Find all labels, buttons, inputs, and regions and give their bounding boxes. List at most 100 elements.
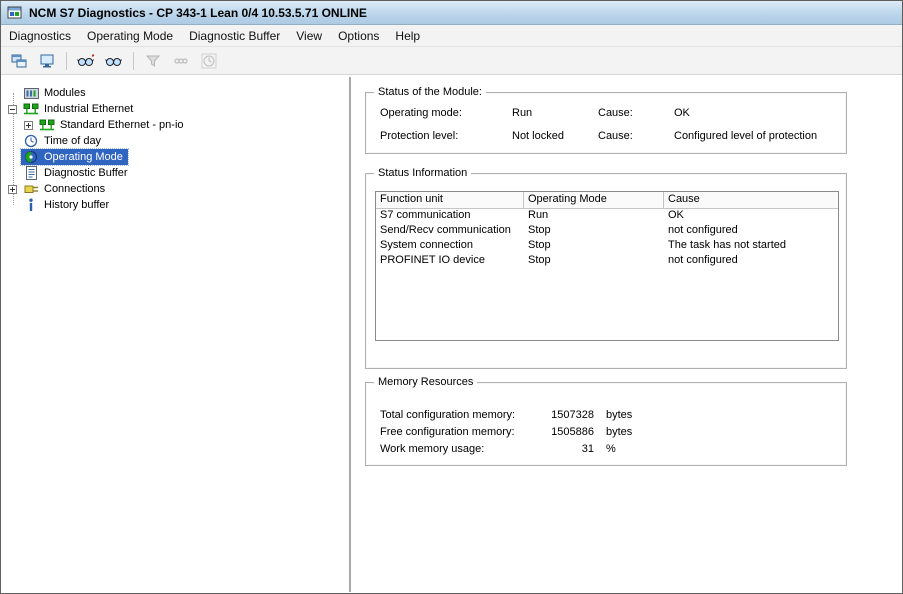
counter-icon xyxy=(173,53,189,69)
window-title: NCM S7 Diagnostics - CP 343-1 Lean 0/4 1… xyxy=(29,6,367,20)
cell-cause: not configured xyxy=(664,224,838,239)
groupbox-title: Status of the Module: xyxy=(374,85,486,99)
groupbox-title: Memory Resources xyxy=(374,375,477,389)
modules-icon xyxy=(23,86,39,100)
tree-item-standard-ethernet-pn-io[interactable]: Standard Ethernet - pn-io xyxy=(2,117,349,133)
cell-function-unit: S7 communication xyxy=(376,209,524,224)
memory-value: 1507328 xyxy=(532,409,594,421)
menu-options[interactable]: Options xyxy=(330,25,387,46)
memory-unit: bytes xyxy=(606,426,632,438)
menu-view[interactable]: View xyxy=(288,25,330,46)
memory-label: Total configuration memory: xyxy=(380,409,532,421)
memory-resources-groupbox: Memory Resources Total configuration mem… xyxy=(365,382,847,466)
menubar: Diagnostics Operating Mode Diagnostic Bu… xyxy=(1,25,902,47)
update-glasses-icon xyxy=(105,53,123,69)
table-row[interactable]: S7 communication Run OK xyxy=(376,209,838,224)
titlebar[interactable]: NCM S7 Diagnostics - CP 343-1 Lean 0/4 1… xyxy=(1,1,902,25)
industrial-ethernet-icon xyxy=(23,102,39,116)
cell-operating-mode: Run xyxy=(524,209,664,224)
cell-operating-mode: Stop xyxy=(524,224,664,239)
tree-item-diagnostic-buffer[interactable]: Diagnostic Buffer xyxy=(2,165,349,181)
update-button[interactable] xyxy=(101,50,127,72)
tree-item-label: Industrial Ethernet xyxy=(43,102,136,116)
operating-mode-label: Operating mode: xyxy=(380,107,512,119)
memory-value: 31 xyxy=(532,443,594,455)
tree-item-time-of-day[interactable]: Time of day xyxy=(2,133,349,149)
status-information-groupbox: Status Information Function unit Operati… xyxy=(365,173,847,369)
cell-cause: OK xyxy=(664,209,838,224)
table-header-row: Function unit Operating Mode Cause xyxy=(376,192,838,209)
cyclic-update-button[interactable] xyxy=(73,50,99,72)
menu-diagnostic-buffer[interactable]: Diagnostic Buffer xyxy=(181,25,288,46)
tree-item-label: Time of day xyxy=(43,134,104,148)
protection-level-value: Not locked xyxy=(512,130,598,142)
status-information-table: Function unit Operating Mode Cause S7 co… xyxy=(375,191,839,341)
tree-item-operating-mode[interactable]: Operating Mode xyxy=(2,149,349,165)
cell-cause: not configured xyxy=(664,254,838,269)
cause-label: Cause: xyxy=(598,130,674,142)
windows-view-button[interactable] xyxy=(6,50,32,72)
cell-operating-mode: Stop xyxy=(524,254,664,269)
menu-help[interactable]: Help xyxy=(387,25,428,46)
memory-unit: % xyxy=(606,443,616,455)
memory-unit: bytes xyxy=(606,409,632,421)
tree-item-label: Standard Ethernet - pn-io xyxy=(59,118,187,132)
cell-function-unit: System connection xyxy=(376,239,524,254)
connections-plug-icon xyxy=(23,182,39,196)
diagnostics-tree: Modules Industrial Ethern xyxy=(2,77,351,592)
time-of-day-clock-icon xyxy=(23,134,39,148)
memory-row: Free configuration memory: 1505886 bytes xyxy=(380,426,838,438)
table-row[interactable]: PROFINET IO device Stop not configured xyxy=(376,254,838,269)
table-row[interactable]: System connection Stop The task has not … xyxy=(376,239,838,254)
tree-item-industrial-ethernet[interactable]: Industrial Ethernet xyxy=(2,101,349,117)
cause-value: OK xyxy=(674,107,838,119)
memory-row: Work memory usage: 31 % xyxy=(380,443,838,455)
toolbar-separator xyxy=(133,52,134,70)
expand-expander-icon[interactable] xyxy=(24,121,33,130)
tree-item-label: Operating Mode xyxy=(43,150,126,164)
tree-item-history-buffer[interactable]: History buffer xyxy=(2,197,349,213)
status-row: Operating mode: Run Cause: OK xyxy=(380,107,838,119)
detail-panel: Status of the Module: Operating mode: Ru… xyxy=(351,77,901,592)
main-area: Modules Industrial Ethern xyxy=(2,77,901,592)
expand-expander-icon[interactable] xyxy=(8,185,17,194)
operating-mode-value: Run xyxy=(512,107,598,119)
ethernet-node-icon xyxy=(39,118,55,132)
memory-label: Free configuration memory: xyxy=(380,426,532,438)
collapse-expander-icon[interactable] xyxy=(8,105,17,114)
column-header-cause[interactable]: Cause xyxy=(664,192,838,209)
memory-label: Work memory usage: xyxy=(380,443,532,455)
cell-function-unit: PROFINET IO device xyxy=(376,254,524,269)
column-header-function-unit[interactable]: Function unit xyxy=(376,192,524,209)
tree-item-connections[interactable]: Connections xyxy=(2,181,349,197)
status-of-module-groupbox: Status of the Module: Operating mode: Ru… xyxy=(365,92,847,154)
column-header-operating-mode[interactable]: Operating Mode xyxy=(524,192,664,209)
table-row[interactable]: Send/Recv communication Stop not configu… xyxy=(376,224,838,239)
filter-button[interactable] xyxy=(140,50,166,72)
cell-operating-mode: Stop xyxy=(524,239,664,254)
app-window: NCM S7 Diagnostics - CP 343-1 Lean 0/4 1… xyxy=(0,0,903,594)
tree-item-modules[interactable]: Modules xyxy=(2,85,349,101)
cell-function-unit: Send/Recv communication xyxy=(376,224,524,239)
status-row: Protection level: Not locked Cause: Conf… xyxy=(380,130,838,142)
counter-button[interactable] xyxy=(168,50,194,72)
memory-value: 1505886 xyxy=(532,426,594,438)
menu-operating-mode[interactable]: Operating Mode xyxy=(79,25,181,46)
monitor-view-button[interactable] xyxy=(34,50,60,72)
clock-icon xyxy=(201,53,217,69)
tree-item-label: History buffer xyxy=(43,198,112,212)
operating-mode-icon xyxy=(23,150,39,164)
menu-diagnostics[interactable]: Diagnostics xyxy=(1,25,79,46)
protection-level-label: Protection level: xyxy=(380,130,512,142)
cause-value: Configured level of protection xyxy=(674,130,838,142)
monitor-icon xyxy=(39,53,55,69)
diagnostic-buffer-icon xyxy=(23,166,39,180)
tree-item-label: Diagnostic Buffer xyxy=(43,166,131,180)
cell-cause: The task has not started xyxy=(664,239,838,254)
windows-icon xyxy=(11,53,27,69)
filter-icon xyxy=(145,53,161,69)
tree-item-label: Modules xyxy=(43,86,89,100)
info-icon xyxy=(23,198,39,212)
toolbar-separator xyxy=(66,52,67,70)
clock-button[interactable] xyxy=(196,50,222,72)
